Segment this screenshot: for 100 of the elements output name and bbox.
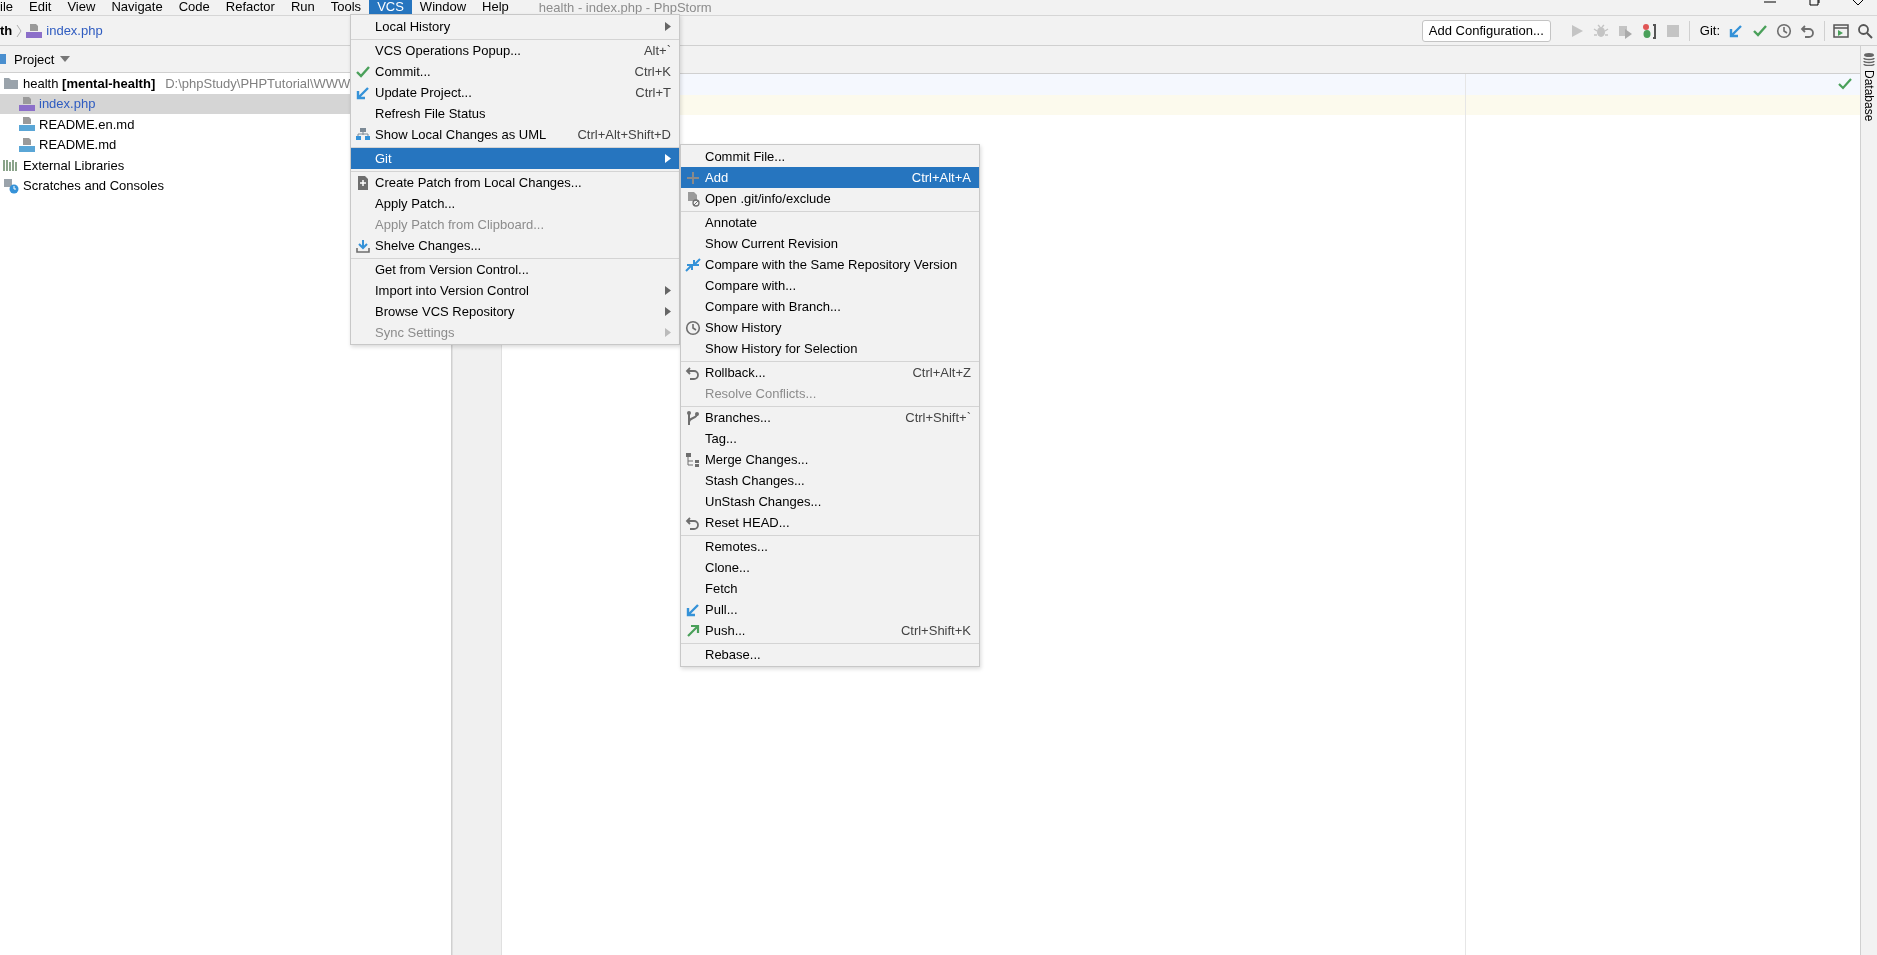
menu-item[interactable]: Edit (21, 0, 60, 15)
menu-item[interactable]: Branches... Ctrl+Shift+` (681, 406, 979, 428)
menu-item[interactable]: Open .git/info/exclude (681, 188, 979, 209)
menu-item[interactable]: Browse VCS Repository (351, 301, 679, 322)
menu-item[interactable]: Run (282, 0, 323, 15)
close-icon[interactable] (1851, 0, 1865, 6)
submenu-arrow-icon (665, 286, 671, 295)
panel-icon (0, 52, 8, 66)
menu-item[interactable]: Tools (322, 0, 370, 15)
arrows-icon (685, 256, 701, 273)
menu-item[interactable]: Create Patch from Local Changes... (351, 171, 679, 193)
menu-item[interactable]: Add Ctrl+Alt+A (681, 167, 979, 188)
chevron-icon (16, 23, 23, 38)
clock-icon[interactable] (1776, 22, 1792, 39)
menu-item[interactable]: Compare with the Same Repository Version (681, 254, 979, 275)
arrow-icon (355, 84, 371, 101)
profiler-icon[interactable] (1640, 22, 1657, 39)
menu-item[interactable]: Merge Changes... (681, 449, 979, 470)
shortcut-label: Ctrl+Alt+A (911, 170, 971, 185)
menu-item[interactable]: Rollback... Ctrl+Alt+Z (681, 361, 979, 383)
breadcrumb-item[interactable]: th (0, 23, 13, 38)
folder-icon (3, 75, 19, 92)
branch-icon (685, 409, 701, 426)
terminal-icon[interactable] (1833, 22, 1849, 39)
menu-item[interactable]: Compare with Branch... (681, 296, 979, 317)
menu-item[interactable]: Pull... (681, 599, 979, 620)
menu-item[interactable]: Import into Version Control (351, 280, 679, 301)
undo-icon[interactable] (1800, 22, 1816, 39)
side-tab[interactable]: Database (1862, 70, 1876, 122)
undo-icon (685, 364, 701, 381)
menu-item[interactable]: Stash Changes... (681, 470, 979, 491)
menu-item[interactable]: Rebase... (681, 643, 979, 665)
shortcut-label: Ctrl+Shift+K (900, 623, 971, 638)
clock-icon (685, 319, 701, 336)
shortcut-label: Ctrl+Alt+Z (912, 365, 971, 380)
menu-item[interactable]: Show Local Changes as UML Ctrl+Alt+Shift+D (351, 124, 679, 145)
menu-item[interactable]: Navigate (103, 0, 171, 15)
git-label: Git: (1699, 23, 1720, 38)
download-icon (355, 237, 371, 254)
menu-item[interactable]: Reset HEAD... (681, 512, 979, 533)
menu-item[interactable]: Local History (351, 16, 679, 37)
menu-item[interactable]: Shelve Changes... (351, 235, 679, 256)
menu-item[interactable]: View (59, 0, 104, 15)
add-configuration-button[interactable]: Add Configuration... (1421, 19, 1551, 42)
menu-item[interactable]: Help (474, 0, 517, 15)
submenu-arrow-icon (665, 22, 671, 31)
submenu-arrow-icon (665, 307, 671, 316)
undo-icon (685, 514, 701, 531)
menu-item[interactable]: Show Current Revision (681, 233, 979, 254)
restore-icon[interactable] (1807, 0, 1821, 6)
menu-item[interactable]: UnStash Changes... (681, 491, 979, 512)
diagram-icon (355, 126, 371, 143)
dropdown-arrow-icon[interactable] (60, 56, 71, 62)
search-icon[interactable] (1857, 22, 1873, 39)
menu-item[interactable]: Fetch (681, 578, 979, 599)
shortcut-label: Ctrl+Shift+` (905, 410, 971, 425)
folder-path: D:\phpStudy\PHPTutorial\WWW (165, 75, 351, 91)
menu-item[interactable]: VCS Operations Popup... Alt+` (351, 39, 679, 61)
menu-item[interactable]: Push... Ctrl+Shift+K (681, 620, 979, 641)
minimize-icon[interactable] (1763, 0, 1777, 6)
database-icon[interactable] (1863, 52, 1875, 66)
shortcut-label: Alt+` (643, 43, 671, 58)
arrow-icon (685, 622, 701, 639)
submenu-arrow-icon (665, 328, 671, 337)
library-icon (3, 157, 19, 174)
menu-item[interactable]: Commit... Ctrl+K (351, 61, 679, 82)
check-icon (1838, 78, 1852, 90)
markdown-file-icon (19, 136, 35, 153)
tree-icon (685, 451, 701, 468)
scratches-icon (3, 177, 19, 194)
plus-icon (685, 169, 701, 186)
menu-item[interactable]: Show History (681, 317, 979, 338)
shortcut-label: Ctrl+T (635, 85, 671, 100)
shortcut-label: Ctrl+K (634, 64, 671, 79)
arrow-icon[interactable] (1728, 22, 1744, 39)
menu-item[interactable]: Get from Version Control... (351, 258, 679, 280)
menu-item[interactable]: Tag... (681, 428, 979, 449)
menu-item[interactable]: Annotate (681, 211, 979, 233)
document-icon (355, 174, 371, 191)
menu-item[interactable]: Git (351, 147, 679, 169)
menu-item[interactable]: Apply Patch... (351, 193, 679, 214)
shortcut-label: Ctrl+Alt+Shift+D (577, 127, 671, 142)
php-file-icon (19, 95, 35, 112)
window-title: health - index.php - PhpStorm (538, 1, 712, 15)
menu-item[interactable]: Remotes... (681, 535, 979, 557)
menu-item[interactable]: ile (0, 0, 21, 15)
menu-item[interactable]: Clone... (681, 557, 979, 578)
php-file-icon (26, 22, 43, 39)
arrow-icon (685, 601, 701, 618)
menu-item[interactable]: Compare with... (681, 275, 979, 296)
menu-item[interactable]: Code (170, 0, 218, 15)
panel-title[interactable]: Project (14, 51, 55, 67)
menu-item[interactable]: Show History for Selection (681, 338, 979, 359)
menu-item[interactable]: Commit File... (681, 146, 979, 167)
document-icon (685, 190, 701, 207)
markdown-file-icon (19, 116, 35, 133)
breadcrumb-item[interactable]: index.php (46, 23, 103, 38)
menu-item[interactable]: Window (411, 0, 475, 15)
menu-item[interactable]: Refactor (217, 0, 283, 15)
submenu-arrow-icon (665, 154, 671, 163)
